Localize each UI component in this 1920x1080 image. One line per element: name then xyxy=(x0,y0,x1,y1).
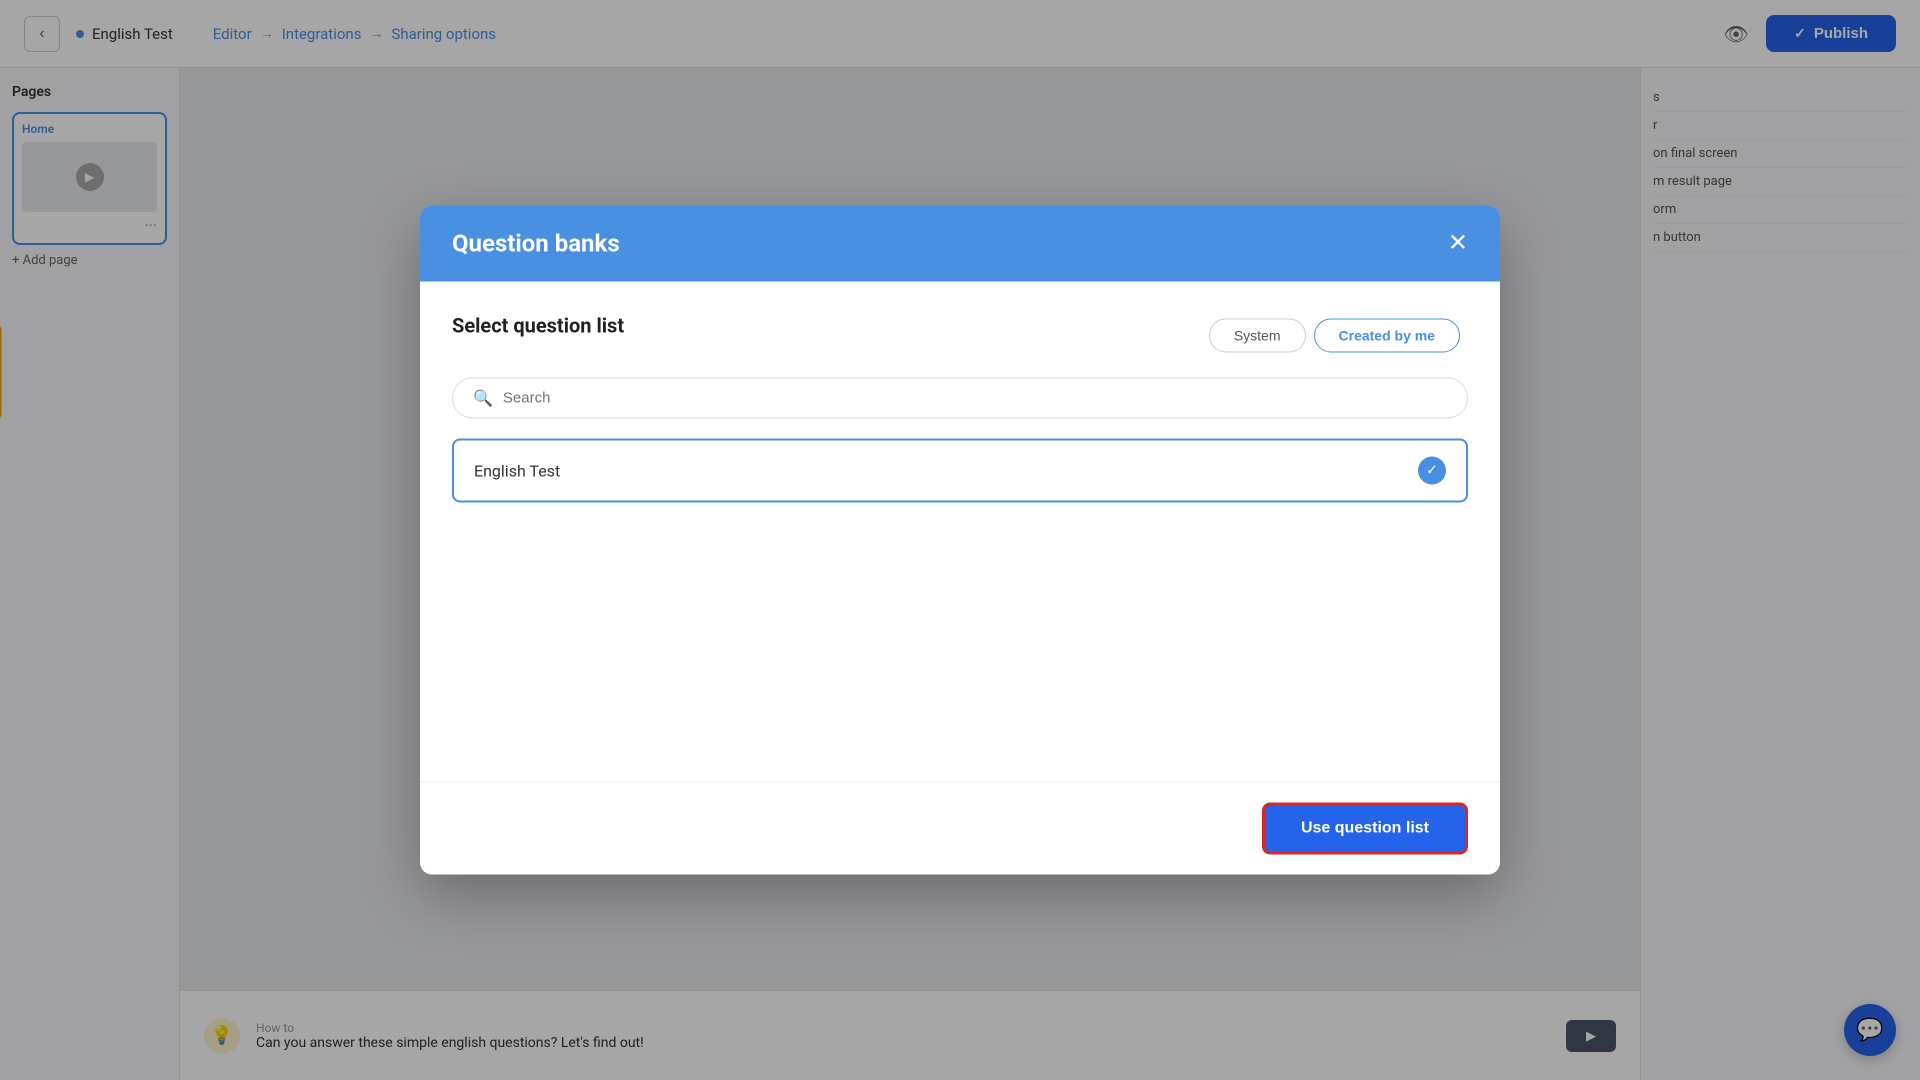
modal-header: Question banks ✕ xyxy=(420,206,1500,282)
filter-tab-created-by-me[interactable]: Created by me xyxy=(1314,319,1460,353)
selected-check-icon: ✓ xyxy=(1418,457,1446,485)
english-test-label: English Test xyxy=(474,461,560,480)
search-icon: 🔍 xyxy=(473,389,493,408)
modal-footer: Use question list xyxy=(420,782,1500,875)
section-header-row: Select question list System Created by m… xyxy=(452,314,1468,358)
use-question-list-button[interactable]: Use question list xyxy=(1262,803,1468,855)
modal-body: Select question list System Created by m… xyxy=(420,282,1500,782)
english-test-list-item[interactable]: English Test ✓ xyxy=(452,439,1468,503)
question-banks-modal: Question banks ✕ Select question list Sy… xyxy=(420,206,1500,875)
search-bar: 🔍 xyxy=(452,378,1468,419)
modal-title: Question banks xyxy=(452,230,620,258)
filter-tabs: System Created by me xyxy=(1209,319,1468,353)
search-input[interactable] xyxy=(503,390,1447,407)
section-title: Select question list xyxy=(452,314,624,338)
modal-close-button[interactable]: ✕ xyxy=(1448,232,1468,256)
filter-tab-system[interactable]: System xyxy=(1209,319,1306,353)
